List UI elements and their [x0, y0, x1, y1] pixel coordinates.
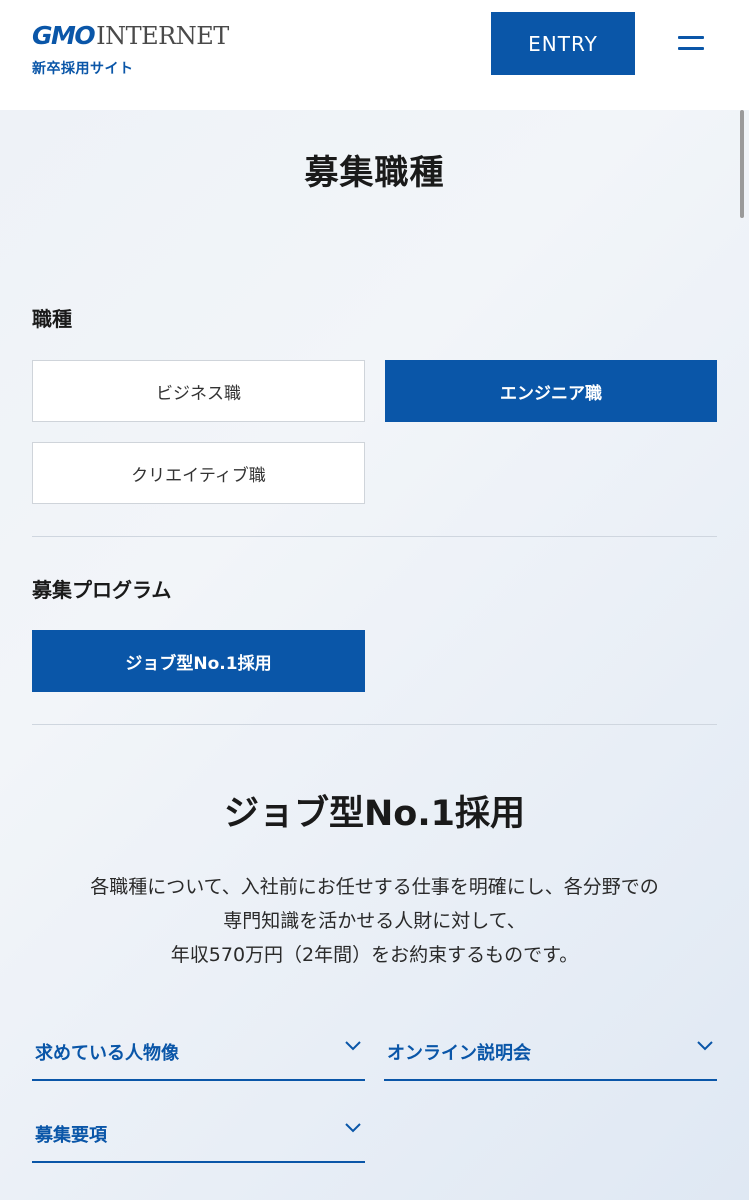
description-line: 専門知識を活かせる人財に対して、 — [223, 910, 526, 932]
logo-brand: GMO — [32, 21, 96, 50]
filter-business-label: ビジネス職 — [156, 383, 241, 404]
site-header: GMO INTERNET 新卒採用サイト ENTRY — [0, 0, 749, 110]
accordion-label: オンライン説明会 — [387, 1043, 531, 1064]
filter-engineer-label: エンジニア職 — [500, 383, 602, 404]
chevron-down-icon — [345, 1123, 361, 1133]
filter-job-type-no1[interactable]: ジョブ型No.1採用 — [32, 630, 365, 692]
accordion-ideal-candidate[interactable]: 求めている人物像 — [32, 1029, 365, 1081]
chevron-down-icon — [697, 1041, 713, 1051]
filter-engineer[interactable]: エンジニア職 — [385, 360, 717, 422]
filter-creative-label: クリエイティブ職 — [131, 465, 266, 486]
main-content: 募集職種 職種 ビジネス職 エンジニア職 クリエイティブ職 募集プログラム ジョ… — [0, 110, 749, 1200]
gmo-internet-logo[interactable]: GMO INTERNET — [32, 16, 229, 51]
site-subtitle[interactable]: 新卒採用サイト — [32, 58, 134, 78]
program-description: 各職種について、入社前にお任せする仕事を明確にし、各分野での 専門知識を活かせる… — [0, 870, 749, 972]
job-type-label: 職種 — [32, 307, 72, 331]
program-heading: ジョブ型No.1採用 — [224, 794, 525, 834]
description-line: 年収570万円（2年間）をお約束するものです。 — [170, 944, 579, 966]
filter-business[interactable]: ビジネス職 — [32, 360, 365, 422]
description-line: 各職種について、入社前にお任せする仕事を明確にし、各分野での — [90, 876, 659, 898]
menu-line — [678, 47, 704, 50]
accordion-job-requirements[interactable]: 募集要項 — [32, 1111, 365, 1163]
program-label: 募集プログラム — [32, 578, 172, 602]
page-title: 募集職種 — [304, 153, 445, 193]
filter-creative[interactable]: クリエイティブ職 — [32, 442, 365, 504]
entry-button[interactable]: ENTRY — [491, 12, 635, 75]
logo-internet-text: INTERNET — [96, 22, 229, 50]
chevron-down-icon — [345, 1041, 361, 1051]
section-divider — [32, 536, 717, 537]
menu-line — [678, 36, 704, 39]
accordion-label: 求めている人物像 — [35, 1043, 179, 1064]
accordion-online-briefing[interactable]: オンライン説明会 — [384, 1029, 717, 1081]
accordion-label: 募集要項 — [35, 1125, 107, 1146]
section-divider — [32, 724, 717, 725]
filter-job-type-no1-label: ジョブ型No.1採用 — [125, 653, 272, 674]
hamburger-menu-icon[interactable] — [678, 32, 704, 54]
